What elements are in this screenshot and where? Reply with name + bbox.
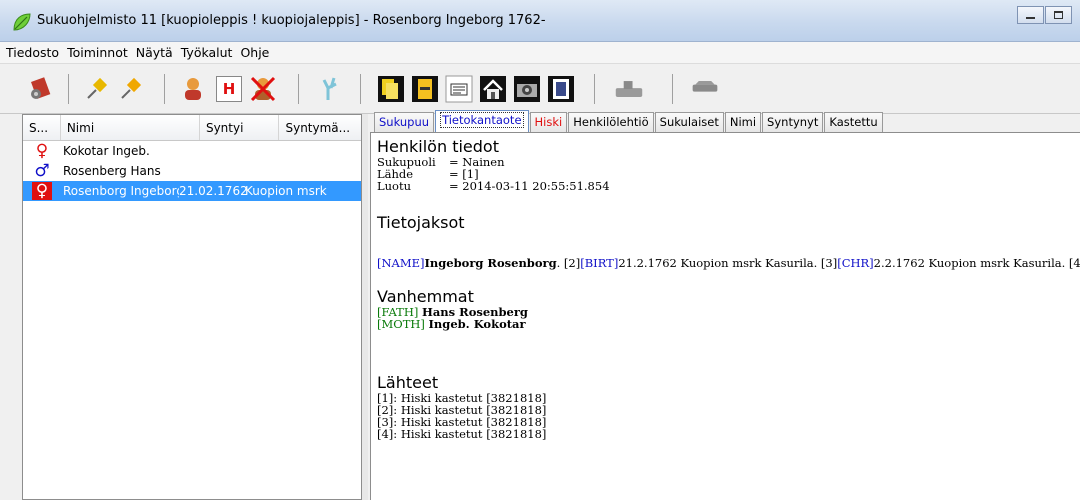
minimize-button[interactable] bbox=[1017, 6, 1044, 24]
female-icon: ♀ bbox=[35, 141, 49, 161]
maximize-button[interactable] bbox=[1045, 6, 1072, 24]
tab-henkilolehtio[interactable]: Henkilölehtiö bbox=[568, 112, 654, 132]
name-tag-link[interactable]: [NAME] bbox=[377, 256, 425, 270]
col-name[interactable]: Nimi bbox=[61, 115, 200, 140]
section-line: [NAME]Ingeborg Rosenborg. [2][BIRT]21.2.… bbox=[377, 256, 1080, 270]
sources-heading: Lähteet bbox=[377, 373, 439, 392]
person-name: Rosenberg Hans bbox=[63, 164, 161, 178]
menu-tiedosto[interactable]: Tiedosto bbox=[6, 45, 59, 60]
card-icon[interactable] bbox=[444, 74, 474, 104]
sections-heading: Tietojaksot bbox=[377, 213, 465, 232]
field-row: Luotu = 2014-03-11 20:55:51.854 bbox=[377, 179, 610, 193]
mother-line: [MOTH] Ingeb. Kokotar bbox=[377, 317, 526, 331]
col-sex[interactable]: S... bbox=[23, 115, 61, 140]
home-icon[interactable] bbox=[478, 74, 508, 104]
report-content: Henkilön tiedot Sukupuoli = Nainen Lähde =… bbox=[370, 132, 1080, 500]
h-label: H bbox=[216, 76, 242, 102]
tab-strip: Sukupuu Tietokantaote Hiski Henkilölehti… bbox=[374, 110, 884, 132]
tab-hiski[interactable]: Hiski bbox=[529, 112, 568, 132]
source-line: [4]: Hiski kastetut [3821818] bbox=[377, 427, 547, 441]
female-icon: ♀ bbox=[23, 182, 61, 200]
birt-tag-link[interactable]: [BIRT] bbox=[580, 256, 618, 270]
person-name: Kokotar Ingeb. bbox=[63, 144, 150, 158]
moth-tag-link[interactable]: [MOTH] bbox=[377, 317, 425, 331]
person-list: S... Nimi Syntyi Syntymä... ♀ Kokotar In… bbox=[22, 114, 362, 500]
portrait-icon[interactable] bbox=[546, 74, 576, 104]
stamp-icon[interactable] bbox=[614, 74, 644, 104]
menu-toiminnot[interactable]: Toiminnot bbox=[67, 45, 128, 60]
menu-ohje[interactable]: Ohje bbox=[240, 45, 269, 60]
tab-kastettu[interactable]: Kastettu bbox=[824, 112, 883, 132]
menu-nayta[interactable]: Näytä bbox=[136, 45, 173, 60]
list-item[interactable]: ♂ Rosenberg Hans bbox=[23, 161, 361, 181]
male-icon: ♂ bbox=[34, 161, 50, 181]
document-icon[interactable] bbox=[410, 74, 440, 104]
list-item[interactable]: ♀ Kokotar Ingeb. bbox=[23, 141, 361, 161]
tab-sukulaiset[interactable]: Sukulaiset bbox=[654, 112, 724, 132]
person-born: 21.02.1762 bbox=[179, 184, 248, 198]
person-name: Rosenborg Ingeborg bbox=[63, 184, 179, 198]
camera-icon[interactable] bbox=[512, 74, 542, 104]
person-birthplace: Kuopion msrk bbox=[245, 184, 327, 198]
menu-tyokalut[interactable]: Työkalut bbox=[181, 45, 233, 60]
list-header: S... Nimi Syntyi Syntymä... bbox=[23, 115, 361, 141]
menu-bar: Tiedosto Toiminnot Näytä Työkalut Ohje bbox=[0, 42, 1080, 64]
person-icon[interactable] bbox=[178, 74, 208, 104]
parents-heading: Vanhemmat bbox=[377, 287, 474, 306]
person-heading: Henkilön tiedot bbox=[377, 137, 499, 156]
tab-tietokantaote[interactable]: Tietokantaote bbox=[435, 110, 529, 132]
col-born[interactable]: Syntyi bbox=[200, 115, 280, 140]
app-leaf-icon bbox=[13, 13, 31, 31]
pin-right-icon[interactable] bbox=[116, 74, 146, 104]
col-birthplace[interactable]: Syntymä... bbox=[279, 115, 361, 140]
h-button[interactable]: H bbox=[214, 74, 244, 104]
database-icon[interactable] bbox=[26, 74, 56, 104]
title-bar: Sukuohjelmisto 11 [kuopioleppis ! kuopio… bbox=[0, 0, 1080, 42]
detail-panel: Sukupuu Tietokantaote Hiski Henkilölehti… bbox=[368, 106, 1080, 500]
list-item-selected[interactable]: ♀ Rosenborg Ingeborg 21.02.1762 Kuopion … bbox=[23, 181, 361, 201]
family-sheet-icon[interactable] bbox=[376, 74, 406, 104]
field-row: Sukupuoli = Nainen bbox=[377, 155, 505, 169]
tab-nimi[interactable]: Nimi bbox=[724, 112, 762, 132]
window-title: Sukuohjelmisto 11 [kuopioleppis ! kuopio… bbox=[37, 13, 546, 28]
tab-sukupuu[interactable]: Sukupuu bbox=[374, 112, 435, 132]
chr-tag-link[interactable]: [CHR] bbox=[837, 256, 873, 270]
tab-syntynyt[interactable]: Syntynyt bbox=[762, 112, 824, 132]
pin-left-icon[interactable] bbox=[82, 74, 112, 104]
printer-icon[interactable] bbox=[690, 74, 720, 104]
tree-icon[interactable] bbox=[316, 74, 346, 104]
delete-person-icon[interactable] bbox=[248, 74, 278, 104]
